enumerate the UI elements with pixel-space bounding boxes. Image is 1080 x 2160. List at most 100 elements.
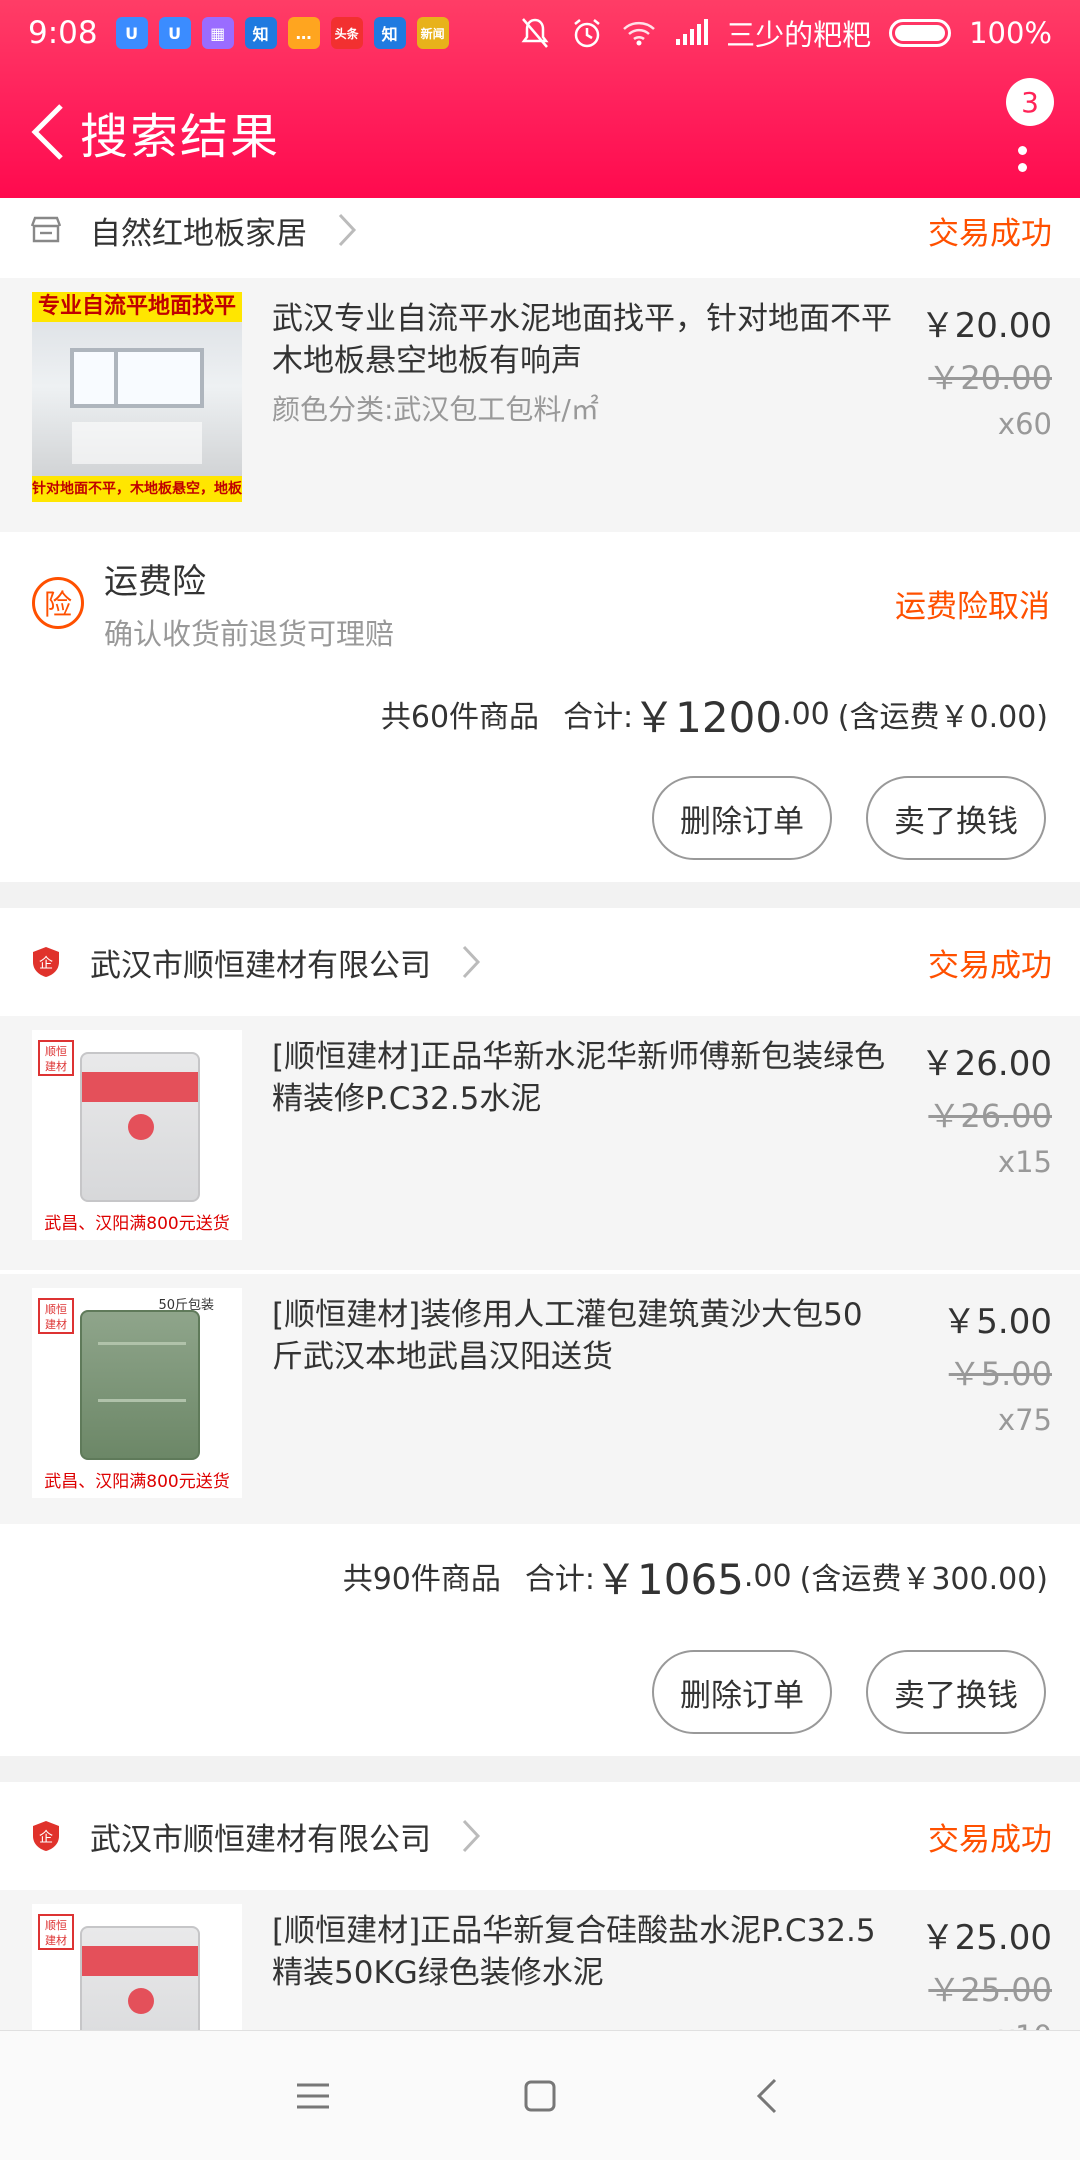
order-list[interactable]: 自然红地板家居 交易成功 专业自流平地面找平 针对地面不平，木地板悬空，地板有响…: [0, 198, 1080, 2030]
order-item[interactable]: 顺恒建材 武昌、汉阳满800元送货 [顺恒建材]正品华新水泥华新师傅新包装绿色精…: [0, 1016, 1080, 1270]
status-bar: 9:08 U U ▦ 知 … 头条 知 新闻 三少的粑粑 100%: [0, 0, 1080, 66]
image-top-banner: 专业自流平地面找平: [32, 292, 242, 322]
brand-stamp: 顺恒建材: [38, 1040, 74, 1076]
item-price: ￥25.00: [920, 1918, 1052, 1958]
item-sku: 颜色分类:武汉包工包料/㎡: [272, 393, 599, 426]
shipping-fee: (含运费￥0.00): [837, 700, 1048, 735]
delete-order-button[interactable]: 删除订单: [652, 776, 832, 860]
order-card: 企 武汉市顺恒建材有限公司 交易成功 顺恒建材 [顺恒建材]正品华新复合硅酸盐水…: [0, 1782, 1080, 2030]
app-u-icon: U: [115, 17, 148, 49]
item-price: ￥26.00: [920, 1044, 1052, 1084]
total-decimal: .00: [782, 696, 830, 732]
order-item[interactable]: 顺恒建材 50斤包装 武昌、汉阳满800元送货 [顺恒建材]装修用人工灌包建筑黄…: [0, 1270, 1080, 1524]
toutiao-icon: 头条: [330, 17, 363, 49]
image-tag: 50斤包装: [158, 1298, 214, 1313]
system-nav-bar: [0, 2030, 1080, 2160]
order-status: 交易成功: [928, 947, 1052, 984]
order-item[interactable]: 顺恒建材 [顺恒建材]正品华新复合硅酸盐水泥P.C32.5精装50KG绿色装修水…: [0, 1890, 1080, 2030]
back-arrow-icon: [31, 104, 63, 160]
resell-button[interactable]: 卖了换钱: [866, 1650, 1046, 1734]
chevron-right-icon: [337, 210, 361, 250]
chat-icon: …: [287, 17, 320, 49]
item-title: [顺恒建材]正品华新水泥华新师傅新包装绿色精装修P.C32.5水泥: [272, 1039, 886, 1117]
zhihu-icon: 知: [244, 17, 277, 49]
order-card: 自然红地板家居 交易成功 专业自流平地面找平 针对地面不平，木地板悬空，地板有响…: [0, 198, 1080, 882]
item-title: [顺恒建材]正品华新复合硅酸盐水泥P.C32.5精装50KG绿色装修水泥: [272, 1913, 876, 1991]
order-item[interactable]: 专业自流平地面找平 针对地面不平，木地板悬空，地板有响声 武汉专业自流平水泥地面…: [0, 278, 1080, 532]
battery-icon: [889, 19, 952, 47]
notification-icons: U U ▦ 知 … 头条 知 新闻: [115, 17, 449, 49]
chevron-right-icon: [461, 1816, 485, 1856]
resell-button[interactable]: 卖了换钱: [866, 776, 1046, 860]
total-decimal: .00: [743, 1558, 792, 1594]
more-dot-icon: [1017, 163, 1027, 172]
page-title: 搜索结果: [80, 109, 281, 165]
svg-text:企: 企: [39, 1829, 53, 1846]
home-icon[interactable]: [510, 2066, 570, 2126]
image-caption: 武昌、汉阳满800元送货: [44, 1214, 230, 1234]
mute-bell-icon: [518, 16, 552, 50]
order-summary: 共60件商品 合计: ￥1200 .00 (含运费￥0.00): [0, 674, 1080, 754]
item-price: ￥5.00: [942, 1302, 1052, 1342]
order-status: 交易成功: [928, 215, 1052, 252]
shipping-insurance-row: 险 运费险 确认收货前退货可理赔 运费险取消: [0, 532, 1080, 674]
top-area: 9:08 U U ▦ 知 … 头条 知 新闻 三少的粑粑 100% 搜索结果 3: [0, 0, 1080, 198]
battery-percent: 100%: [969, 16, 1052, 50]
item-quantity: x10: [902, 2019, 1052, 2030]
carrier-name: 三少的粑粑: [726, 18, 872, 52]
alarm-icon: [570, 16, 604, 50]
zhihu2-icon: 知: [373, 17, 406, 49]
brand-stamp: 顺恒建材: [38, 1298, 74, 1334]
insurance-icon: 险: [32, 577, 84, 629]
total-amount: ￥1200: [633, 692, 783, 742]
total-amount: ￥1065: [595, 1554, 744, 1604]
svg-text:企: 企: [39, 955, 53, 972]
product-image: 顺恒建材 50斤包装 武昌、汉阳满800元送货: [32, 1288, 242, 1498]
order-actions: 删除订单 卖了换钱: [0, 754, 1080, 882]
more-dot-icon: [1017, 146, 1027, 155]
app-purple-icon: ▦: [201, 17, 234, 49]
enterprise-shield-icon: 企: [28, 1818, 64, 1854]
app-header: 搜索结果 3: [0, 66, 1080, 198]
item-title: [顺恒建材]装修用人工灌包建筑黄沙大包50斤武汉本地武昌汉阳送货: [272, 1297, 863, 1375]
item-original-price: ￥20.00: [928, 359, 1052, 397]
app-u2-icon: U: [158, 17, 191, 49]
enterprise-shield-icon: 企: [28, 944, 64, 980]
image-caption: 武昌、汉阳满800元送货: [44, 1472, 230, 1492]
insurance-cancel-link[interactable]: 运费险取消: [895, 581, 1050, 626]
insurance-title: 运费险: [104, 561, 206, 602]
item-title: 武汉专业自流平水泥地面找平，针对地面不平木地板悬空地板有响声: [272, 301, 892, 379]
shop-name: 武汉市顺恒建材有限公司: [90, 947, 431, 984]
back-icon[interactable]: [737, 2066, 797, 2126]
shop-name: 武汉市顺恒建材有限公司: [90, 1821, 431, 1858]
shop-row[interactable]: 企 武汉市顺恒建材有限公司 交易成功: [0, 908, 1080, 1016]
order-status: 交易成功: [928, 1821, 1052, 1858]
product-image: 顺恒建材 武昌、汉阳满800元送货: [32, 1030, 242, 1240]
order-summary: 共90件商品 合计: ￥1065 .00 (含运费￥300.00): [0, 1524, 1080, 1628]
item-price: ￥20.00: [920, 306, 1052, 346]
item-count: 共90件商品: [342, 1562, 501, 1597]
total-label: 合计:: [563, 700, 634, 735]
back-button[interactable]: [14, 82, 80, 182]
shop-row[interactable]: 自然红地板家居 交易成功: [0, 198, 1080, 262]
delete-order-button[interactable]: 删除订单: [652, 1650, 832, 1734]
total-label: 合计:: [524, 1562, 595, 1597]
item-original-price: ￥26.00: [928, 1097, 1052, 1135]
order-card: 企 武汉市顺恒建材有限公司 交易成功 顺恒建材 武昌、汉阳满800元送货 [顺恒…: [0, 908, 1080, 1756]
image-bottom-banner: 针对地面不平，木地板悬空，地板有响声: [32, 476, 242, 502]
order-actions: 删除订单 卖了换钱: [0, 1628, 1080, 1756]
message-count-badge: 3: [1006, 78, 1054, 126]
menu-icon[interactable]: [283, 2066, 343, 2126]
brand-stamp: 顺恒建材: [38, 1914, 74, 1950]
shop-name: 自然红地板家居: [90, 215, 307, 252]
store-icon: [28, 212, 64, 248]
item-count: 共60件商品: [380, 700, 540, 735]
product-image: 专业自流平地面找平 针对地面不平，木地板悬空，地板有响声: [32, 292, 242, 502]
news-icon: 新闻: [416, 17, 449, 49]
shop-row[interactable]: 企 武汉市顺恒建材有限公司 交易成功: [0, 1782, 1080, 1890]
item-quantity: x75: [997, 1403, 1052, 1437]
wifi-icon: [622, 16, 656, 50]
item-original-price: ￥5.00: [948, 1355, 1052, 1393]
item-quantity: x15: [997, 1145, 1052, 1179]
signal-icon: [674, 16, 709, 50]
